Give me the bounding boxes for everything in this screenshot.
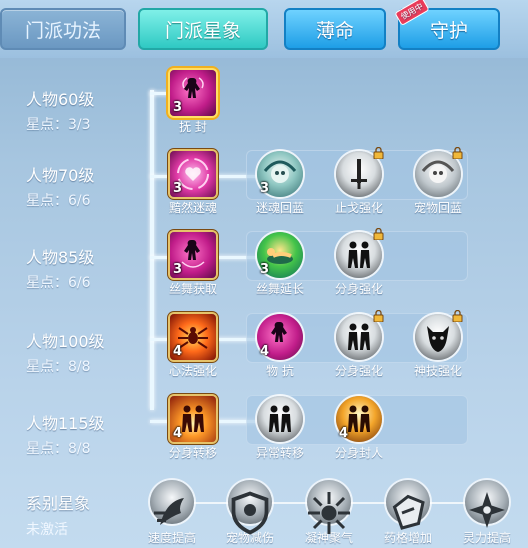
points-text: 星点：8/8	[26, 441, 91, 457]
constellation-potion[interactable]: 药格增加	[369, 480, 447, 546]
tab-label: 门派功法	[24, 19, 101, 42]
skill-name: 宠物回蓝	[413, 201, 462, 215]
skill-count: 3	[173, 262, 183, 277]
focus-icon	[307, 480, 351, 534]
tab-sect-stars[interactable]: 门派星象	[138, 8, 268, 50]
skill-name: 分身封人	[334, 446, 383, 460]
skill-count: 4	[173, 344, 183, 359]
dancer-icon: 4	[257, 314, 303, 360]
skill-zhige-qianghua[interactable]: 止戈强化	[324, 147, 394, 216]
constellation-status: 未激活	[26, 522, 68, 538]
skill-fenshen-fengren[interactable]: 4 分身封人	[324, 396, 394, 461]
skill-name: 神技强化	[413, 364, 462, 378]
skill-name: 分身转移	[168, 446, 217, 460]
row-label-85: 人物85级 星点：6/6	[26, 244, 94, 292]
skill-name: 黯然迷魂	[168, 201, 217, 215]
skill-count: 4	[339, 426, 349, 441]
skill-count: 3	[173, 181, 183, 196]
skill-yichang-zhuanyi[interactable]: 异常转移	[245, 396, 315, 461]
skill-wukang[interactable]: 4 物 抗	[245, 314, 315, 379]
demon-icon	[415, 310, 463, 360]
tab-fate[interactable]: 薄命	[284, 8, 386, 50]
pet-shield-icon	[228, 480, 272, 535]
skill-count: 3	[260, 181, 270, 196]
twin-figures-icon	[336, 228, 384, 278]
twin-figures-icon: 4	[336, 396, 382, 442]
skill-siwu-yanchang[interactable]: 3 丝舞延长	[245, 232, 315, 297]
skill-name: 物 抗	[266, 364, 294, 378]
points-text: 星点：6/6	[26, 193, 91, 209]
skill-fenshen-qianghua-100[interactable]: 分身强化	[324, 310, 394, 379]
tab-bar: 门派功法 门派星象 薄命 使用中 守护	[0, 0, 528, 58]
speed-icon	[150, 480, 194, 525]
skill-name: 心法强化	[168, 364, 217, 378]
lock-icon	[373, 310, 384, 322]
points-text: 星点：8/8	[26, 359, 91, 375]
skill-count: 4	[260, 344, 270, 359]
lock-icon	[373, 228, 384, 240]
tab-guard[interactable]: 使用中 守护	[394, 0, 500, 50]
level-text: 人物60级	[26, 90, 95, 109]
skill-name: 丝舞获取	[168, 282, 217, 296]
skill-anran-mihun[interactable]: 3 黯然迷魂	[158, 151, 228, 216]
constellation-spirit[interactable]: 灵力提高	[448, 480, 526, 546]
skill-name: 抚 封	[179, 120, 207, 134]
row-label-115: 人物115级 星点：8/8	[26, 410, 105, 458]
dancer-icon: 3	[170, 70, 216, 116]
lock-icon	[452, 310, 463, 322]
row-label-60: 人物60级 星点：3/3	[26, 86, 94, 134]
skill-mihun-huilan[interactable]: 3 迷魂回蓝	[245, 151, 315, 216]
skill-name: 止戈强化	[334, 201, 383, 215]
twin-figures-icon: 4	[170, 396, 216, 442]
skill-fuyin[interactable]: 3 抚 封	[158, 70, 228, 135]
skill-name: 迷魂回蓝	[255, 201, 304, 215]
tab-sect-skills[interactable]: 门派功法	[0, 8, 126, 50]
skill-fenshen-zhuanyi[interactable]: 4 分身转移	[158, 396, 228, 461]
skill-count: 3	[260, 262, 270, 277]
skill-name: 分身强化	[334, 364, 383, 378]
level-text: 人物85级	[26, 248, 95, 267]
constellation-speed[interactable]: 速度提高	[133, 480, 211, 546]
tab-label: 门派星象	[164, 19, 241, 42]
skull-swirl-icon: 3	[257, 151, 303, 197]
spider-icon: 4	[170, 314, 216, 360]
twin-figures-icon	[257, 396, 303, 442]
in-use-badge: 使用中	[394, 0, 430, 26]
skill-name: 异常转移	[255, 446, 304, 460]
constellation-label: 系别星象 未激活	[26, 490, 90, 539]
skill-siwu-huoqu[interactable]: 3 丝舞获取	[158, 232, 228, 297]
skill-xinfa-qianghua[interactable]: 4 心法强化	[158, 314, 228, 379]
potion-icon	[386, 480, 430, 530]
skill-count: 3	[173, 100, 183, 115]
points-text: 星点：6/6	[26, 275, 91, 291]
skill-shenji-qianghua[interactable]: 神技强化	[403, 310, 473, 379]
lock-icon	[373, 147, 384, 159]
skill-name: 分身强化	[334, 282, 383, 296]
spirit-icon	[465, 480, 509, 528]
heart-swirl-icon: 3	[170, 151, 216, 197]
skill-count: 4	[173, 426, 183, 441]
skill-chongwu-huilan[interactable]: 宠物回蓝	[403, 147, 473, 216]
lock-icon	[452, 147, 463, 159]
sword-icon	[336, 147, 384, 197]
tree-trunk-line	[150, 90, 154, 410]
level-text: 人物70级	[26, 166, 95, 185]
skill-name: 丝舞延长	[255, 282, 304, 296]
skull-swirl-icon	[415, 147, 463, 197]
level-text: 人物100级	[26, 332, 105, 351]
row-label-100: 人物100级 星点：8/8	[26, 328, 105, 376]
reclining-figure-icon: 3	[257, 232, 303, 278]
level-text: 人物115级	[26, 414, 105, 433]
row-label-70: 人物70级 星点：6/6	[26, 162, 94, 210]
constellation-pet-shield[interactable]: 宠物减伤	[211, 480, 289, 546]
skill-fenshen-qianghua-85[interactable]: 分身强化	[324, 228, 394, 297]
tab-label: 守护	[429, 19, 468, 42]
points-text: 星点：3/3	[26, 117, 91, 133]
constellation-title: 系别星象	[26, 494, 91, 513]
tab-label: 薄命	[315, 19, 354, 42]
dancer-icon: 3	[170, 232, 216, 278]
constellation-focus[interactable]: 凝神聚气	[290, 480, 368, 546]
twin-figures-icon	[336, 310, 384, 360]
